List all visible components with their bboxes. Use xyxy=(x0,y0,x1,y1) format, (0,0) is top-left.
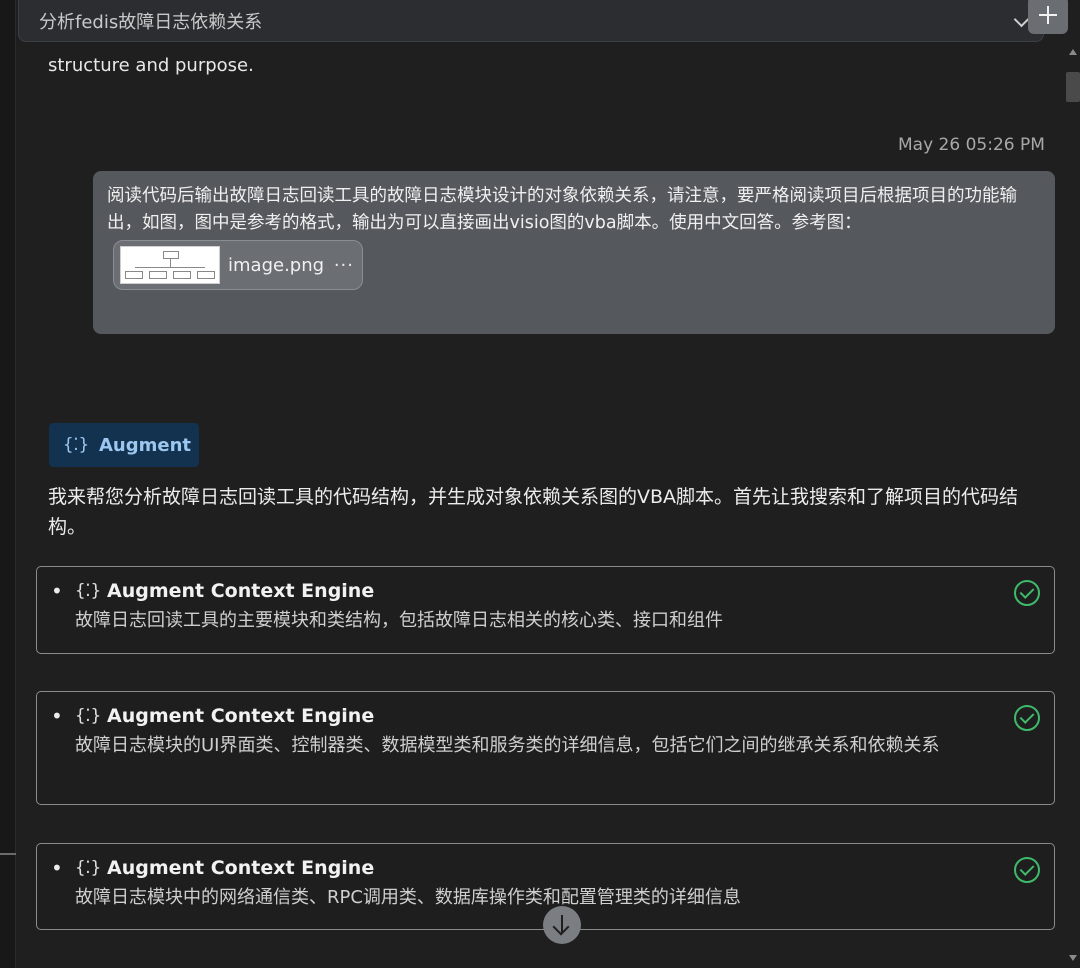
bot-icon: {⁚} xyxy=(75,706,101,726)
check-circle-icon xyxy=(1014,705,1040,731)
image-attachment[interactable]: image.png ··· xyxy=(113,240,363,290)
tool-call-card[interactable]: • {⁚} Augment Context Engine 故障日志模块的UI界面… xyxy=(36,691,1055,805)
new-chat-button[interactable] xyxy=(1028,0,1068,34)
scroll-to-bottom-button[interactable] xyxy=(543,906,581,944)
left-gutter xyxy=(0,0,16,968)
tool-name: Augment Context Engine xyxy=(107,705,375,727)
assistant-intro-text: 我来帮您分析故障日志回读工具的代码结构，并生成对象依赖关系图的VBA脚本。首先让… xyxy=(48,486,1019,538)
scrollbar[interactable] xyxy=(1066,44,1080,968)
message-timestamp: May 26 05:26 PM xyxy=(898,135,1045,155)
gutter-marker xyxy=(0,853,16,855)
scroll-down-arrow-icon[interactable] xyxy=(1069,955,1077,961)
bullet: • xyxy=(51,856,63,880)
bot-icon: {⁚} xyxy=(63,435,89,455)
conversation-title-bar[interactable]: 分析fedis故障日志依赖关系 xyxy=(18,0,1044,42)
previous-message-fragment: structure and purpose. xyxy=(48,55,254,76)
tool-name: Augment Context Engine xyxy=(107,580,375,602)
check-circle-icon xyxy=(1014,857,1040,883)
plus-icon xyxy=(1039,6,1057,24)
scrollbar-thumb[interactable] xyxy=(1066,72,1080,102)
chevron-down-icon[interactable] xyxy=(1013,13,1029,29)
scroll-up-arrow-icon[interactable] xyxy=(1069,49,1077,55)
user-message-text: 阅读代码后输出故障日志回读工具的故障日志模块设计的对象依赖关系，请注意，要严格阅… xyxy=(107,186,1017,233)
assistant-badge: {⁚} Augment xyxy=(49,423,199,467)
conversation-title: 分析fedis故障日志依赖关系 xyxy=(39,12,263,33)
bot-icon: {⁚} xyxy=(75,581,101,601)
tool-query: 故障日志模块的UI界面类、控制器类、数据模型类和服务类的详细信息，包括它们之间的… xyxy=(75,735,940,756)
tool-query: 故障日志回读工具的主要模块和类结构，包括故障日志相关的核心类、接口和组件 xyxy=(75,610,723,631)
tool-name: Augment Context Engine xyxy=(107,857,375,879)
assistant-name: Augment xyxy=(99,434,192,456)
bullet: • xyxy=(51,579,63,603)
attachment-filename: image.png xyxy=(228,254,325,276)
check-circle-icon xyxy=(1014,580,1040,606)
arrow-down-icon xyxy=(561,915,563,933)
bot-icon: {⁚} xyxy=(75,858,101,878)
bullet: • xyxy=(51,704,63,728)
user-message-bubble: 阅读代码后输出故障日志回读工具的故障日志模块设计的对象依赖关系，请注意，要严格阅… xyxy=(93,171,1055,334)
more-options-icon[interactable]: ··· xyxy=(334,255,354,276)
attachment-thumbnail xyxy=(120,246,220,284)
tool-call-card[interactable]: • {⁚} Augment Context Engine 故障日志回读工具的主要… xyxy=(36,566,1055,654)
